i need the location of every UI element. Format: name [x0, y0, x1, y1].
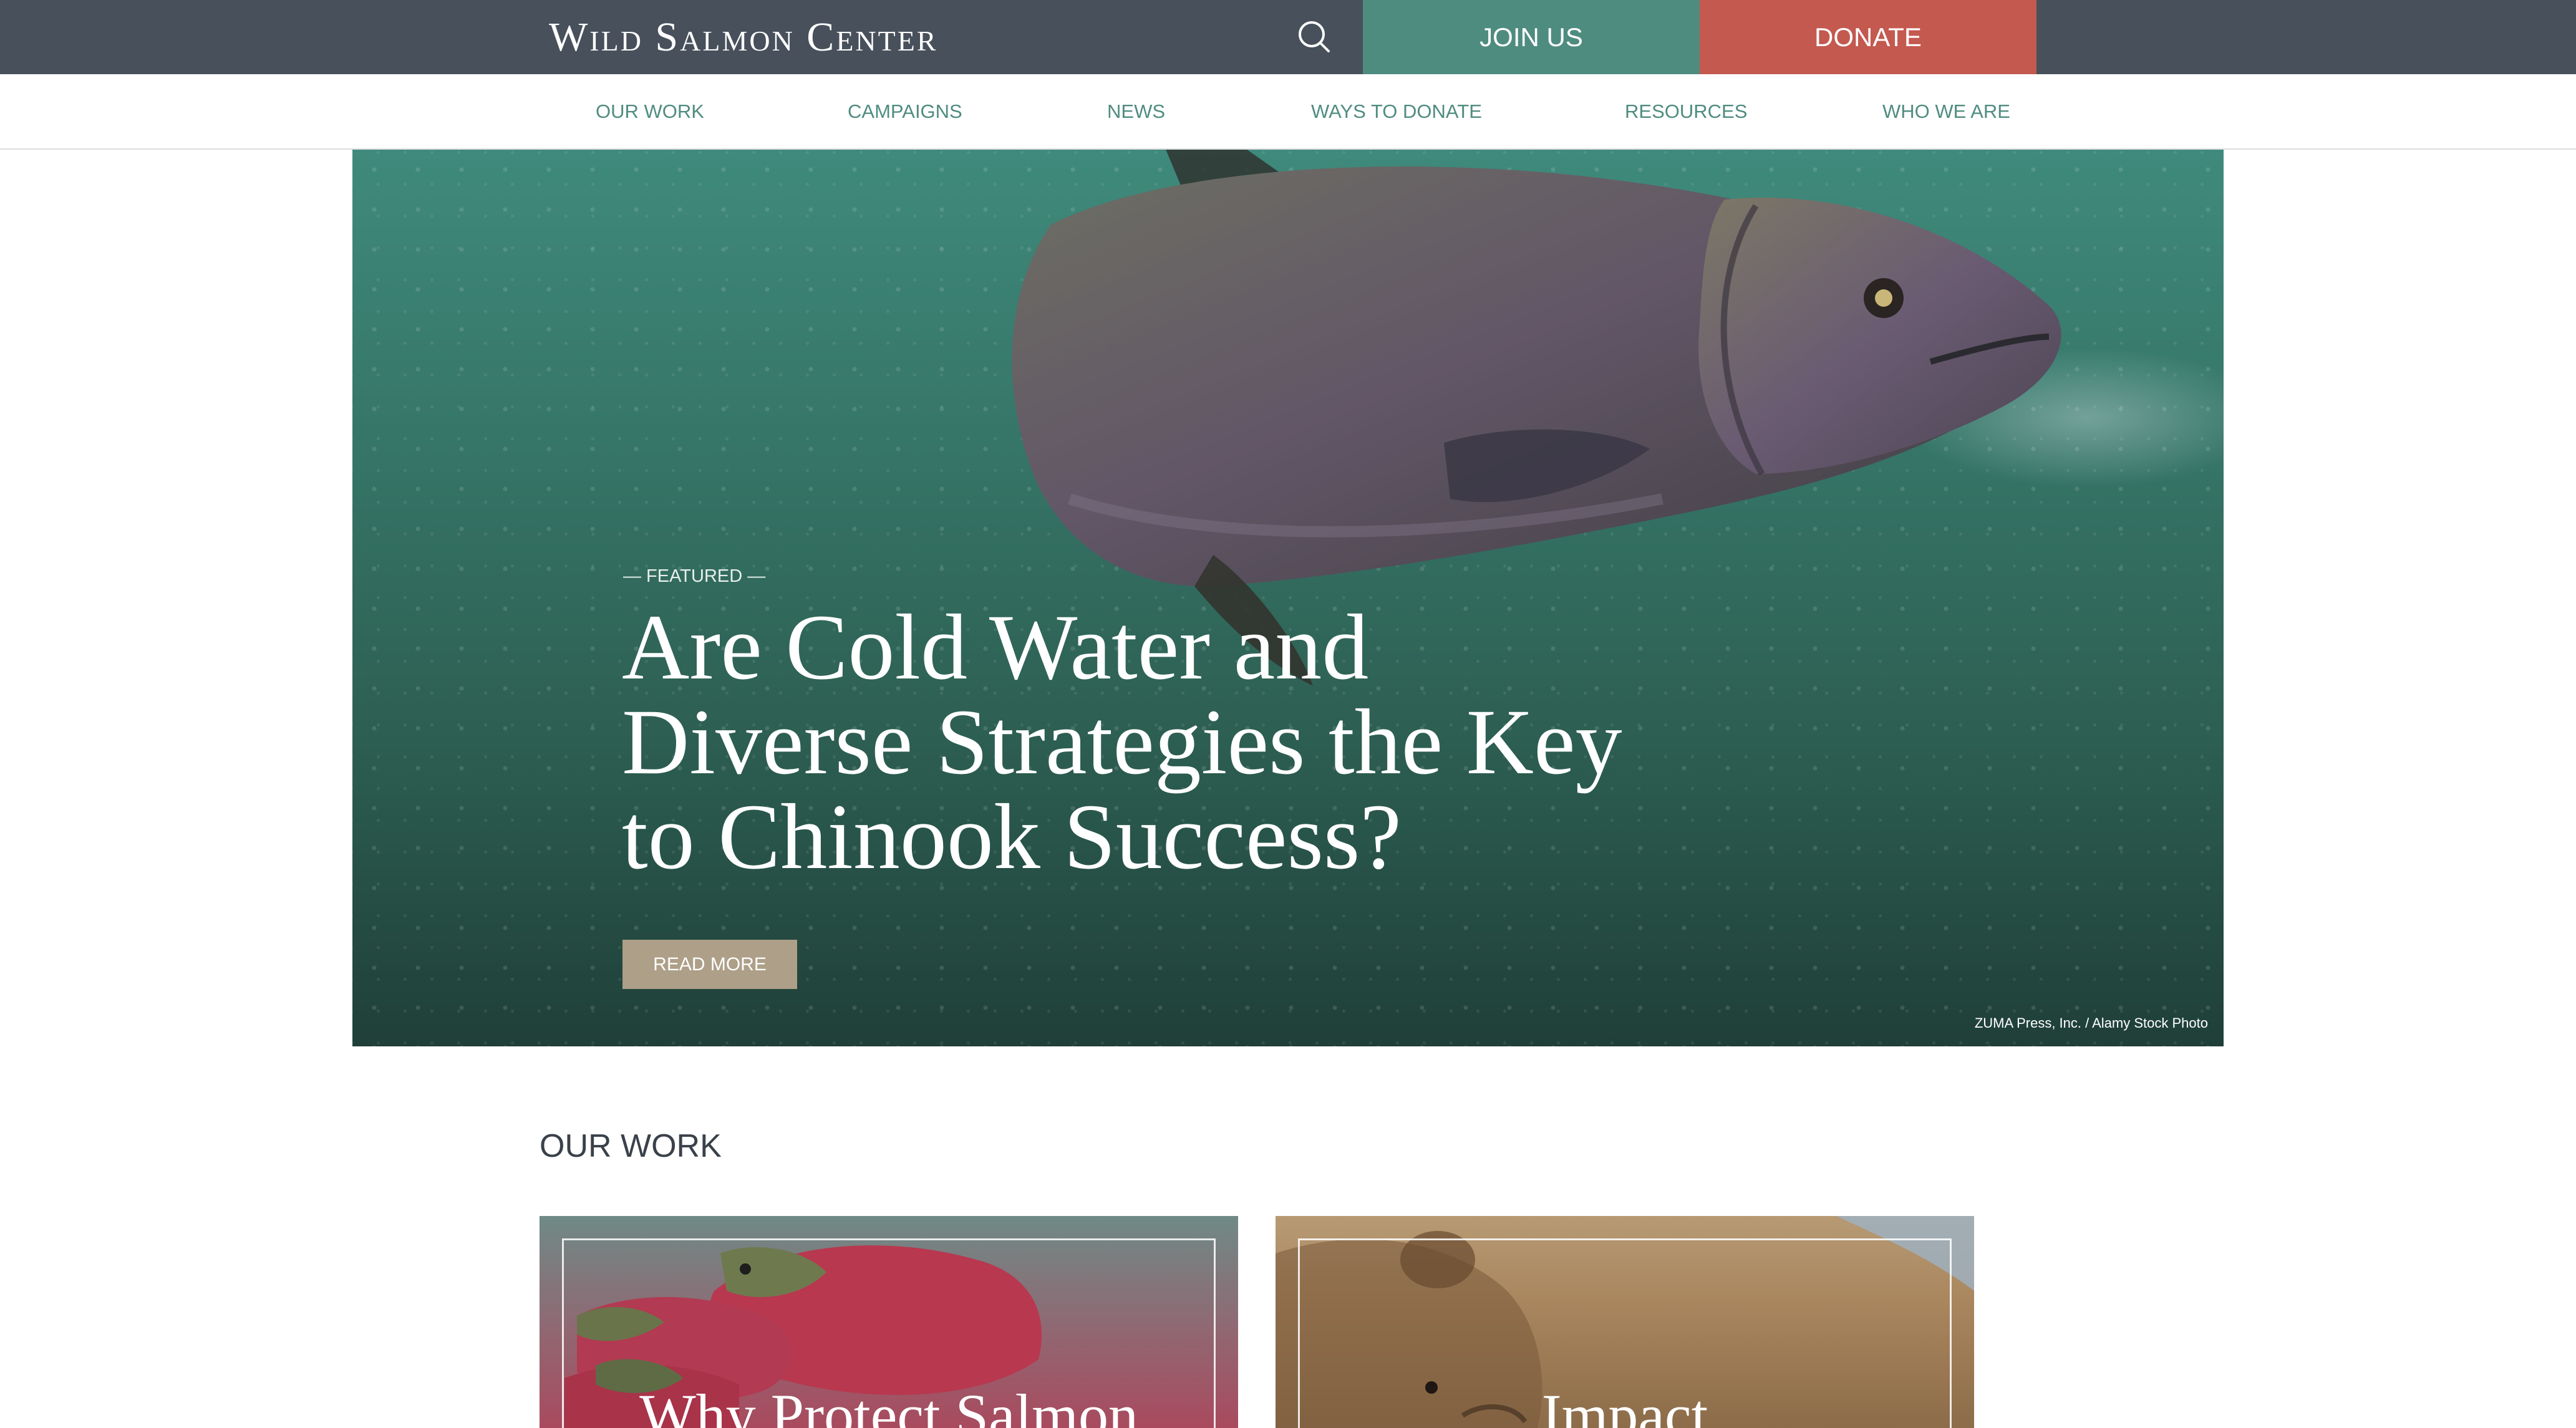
- search-icon: [1299, 21, 1330, 52]
- nav-item-resources[interactable]: RESOURCES: [1625, 74, 1747, 148]
- featured-eyebrow: — FEATURED —: [623, 566, 766, 586]
- our-work-heading: OUR WORK: [540, 1128, 722, 1164]
- card-title: Why Protect Salmon: [639, 1382, 1138, 1428]
- read-more-button[interactable]: READ MORE: [622, 940, 797, 989]
- search-button[interactable]: [1289, 11, 1341, 64]
- donate-button[interactable]: DONATE: [1700, 0, 2036, 74]
- site-logo[interactable]: Wild Salmon Center: [549, 15, 938, 60]
- hero-title[interactable]: Are Cold Water and Diverse Strategies th…: [622, 600, 1682, 884]
- nav-item-our-work[interactable]: OUR WORK: [596, 74, 704, 148]
- photo-credit: ZUMA Press, Inc. / Alamy Stock Photo: [1974, 1015, 2208, 1031]
- nav-item-campaigns[interactable]: CAMPAIGNS: [848, 74, 962, 148]
- card-why-protect-salmon[interactable]: Why Protect Salmon: [540, 1216, 1238, 1428]
- main-nav: OUR WORK CAMPAIGNS NEWS WAYS TO DONATE R…: [0, 74, 2576, 150]
- card-title: Impact: [1541, 1382, 1708, 1428]
- top-bar: Wild Salmon Center JOIN US DONATE: [0, 0, 2576, 74]
- hero-banner: — FEATURED — Are Cold Water and Diverse …: [352, 150, 2224, 1046]
- nav-item-who-we-are[interactable]: WHO WE ARE: [1882, 74, 2010, 148]
- nav-item-news[interactable]: NEWS: [1107, 74, 1165, 148]
- card-impact[interactable]: Impact: [1276, 1216, 1974, 1428]
- nav-item-ways-to-donate[interactable]: WAYS TO DONATE: [1311, 74, 1482, 148]
- join-us-button[interactable]: JOIN US: [1363, 0, 1700, 74]
